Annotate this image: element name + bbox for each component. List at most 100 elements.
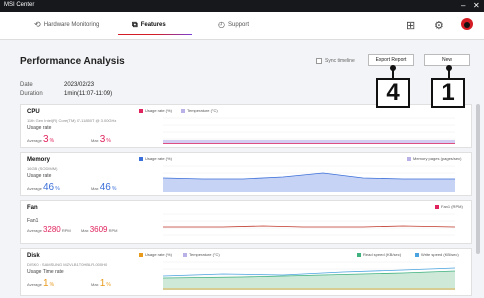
legend-swatch bbox=[181, 108, 185, 113]
disk-chart bbox=[163, 261, 456, 290]
date-label: Date bbox=[20, 82, 33, 88]
date-row: Date 2023/02/23 bbox=[20, 82, 94, 88]
avg-label: Average bbox=[27, 138, 42, 143]
fan-average: Average 3280 RPM bbox=[27, 225, 71, 234]
minimize-button[interactable]: – bbox=[461, 1, 465, 10]
fan-rpm-line bbox=[163, 225, 456, 228]
avg-label: Average bbox=[27, 186, 42, 191]
cpu-title: CPU bbox=[27, 109, 40, 115]
date-value: 2023/02/23 bbox=[64, 82, 95, 88]
cpu-max: Max 3 % bbox=[91, 134, 111, 145]
disk-legend-usage: Usage rate (%) bbox=[139, 252, 172, 257]
memory-legend-pages: Memory pages (pages/sec) bbox=[407, 156, 461, 161]
avg-unit: % bbox=[55, 186, 60, 192]
grid-icon[interactable]: ⊞ bbox=[406, 19, 415, 32]
memory-title: Memory bbox=[27, 157, 51, 163]
cpu-legend-temp: Temperature (°C) bbox=[181, 108, 218, 113]
support-icon: ◴ bbox=[218, 20, 225, 29]
legend-swatch bbox=[415, 252, 419, 257]
avg-value: 3 bbox=[42, 134, 49, 145]
avg-value: 3280 bbox=[42, 225, 61, 234]
legend-swatch bbox=[435, 204, 439, 209]
legend-label: Usage rate (%) bbox=[145, 156, 172, 161]
disk-legend-temp: Temperature (°C) bbox=[183, 252, 220, 257]
cpu-legend-usage: Usage rate (%) bbox=[139, 108, 172, 113]
legend-label: Temperature (°C) bbox=[189, 252, 220, 257]
memory-chart bbox=[163, 165, 455, 192]
fan-max: Max 3609 RPM bbox=[81, 225, 118, 234]
disk-card: Disk DISK0 : SAMSUNG MZVLB1T0HBLR-000H0 … bbox=[20, 248, 472, 296]
duration-value: 1min(11:07-11:09) bbox=[64, 91, 113, 97]
sync-timeline-toggle[interactable]: Sync timeline bbox=[316, 58, 355, 64]
legend-label: Fan1 (RPM) bbox=[441, 204, 463, 209]
cpu-card: CPU 11th Gen Intel(R) Core(TM) i7-11850T… bbox=[20, 104, 472, 148]
sync-label: Sync timeline bbox=[325, 58, 355, 64]
disk-subtitle: DISK0 : SAMSUNG MZVLB1T0HBLR-000H0 bbox=[27, 262, 108, 267]
legend-label: Usage rate (%) bbox=[145, 252, 172, 257]
avg-label: Average bbox=[27, 228, 42, 233]
max-value: 3 bbox=[99, 134, 106, 145]
cpu-chart bbox=[163, 117, 455, 144]
tab-label: Support bbox=[227, 21, 249, 28]
main-content: Performance Analysis Sync timeline Expor… bbox=[0, 40, 484, 298]
refresh-icon: ⟲ bbox=[34, 20, 41, 29]
max-unit: % bbox=[111, 186, 117, 192]
max-value: 1 bbox=[99, 278, 106, 289]
legend-label: Usage rate (%) bbox=[145, 108, 172, 113]
legend-label: Memory pages (pages/sec) bbox=[413, 156, 462, 161]
legend-label: Read speed (KB/sec) bbox=[363, 252, 402, 257]
callout-1: 1 bbox=[431, 78, 465, 108]
memory-metric: Usage rate bbox=[27, 173, 52, 179]
avg-unit: RPM bbox=[61, 228, 71, 233]
duration-row: Duration 1min(11:07-11:09) bbox=[20, 91, 112, 97]
legend-label: Temperature (°C) bbox=[187, 108, 218, 113]
window-title: MSI Center bbox=[4, 2, 35, 8]
tab-support[interactable]: ◴ Support bbox=[218, 20, 249, 29]
memory-max: Max 46 % bbox=[91, 182, 116, 193]
legend-swatch bbox=[357, 252, 361, 257]
max-label: Max bbox=[81, 228, 89, 233]
legend-swatch bbox=[139, 156, 143, 161]
legend-swatch bbox=[139, 252, 143, 257]
max-unit: % bbox=[106, 282, 111, 288]
sync-checkbox[interactable] bbox=[316, 58, 322, 64]
legend-swatch bbox=[183, 252, 187, 257]
tab-label: Hardware Monitoring bbox=[43, 21, 100, 28]
tab-hardware-monitoring[interactable]: ⟲ Hardware Monitoring bbox=[34, 20, 99, 29]
callout-4: 4 bbox=[376, 78, 410, 108]
top-navigation: ⟲ Hardware Monitoring ⧉ Features ◴ Suppo… bbox=[0, 12, 484, 40]
scrollbar[interactable] bbox=[476, 104, 480, 254]
tab-features[interactable]: ⧉ Features bbox=[132, 20, 166, 30]
msi-logo-icon[interactable] bbox=[460, 17, 474, 34]
avg-unit: % bbox=[49, 282, 55, 288]
fan-subtitle: Fan1 bbox=[27, 218, 39, 224]
cpu-average: Average 3 % bbox=[27, 134, 54, 145]
avg-value: 46 bbox=[42, 182, 55, 193]
max-unit: % bbox=[106, 138, 111, 144]
disk-title: Disk bbox=[27, 253, 40, 259]
avg-label: Average bbox=[27, 282, 42, 287]
memory-card: Memory 16GB (SODIMM) Usage rate Average … bbox=[20, 152, 472, 196]
features-icon: ⧉ bbox=[132, 20, 138, 29]
cpu-subtitle: 11th Gen Intel(R) Core(TM) i7-11850T @ 3… bbox=[27, 118, 117, 123]
memory-subtitle: 16GB (SODIMM) bbox=[27, 166, 58, 171]
max-value: 46 bbox=[99, 182, 111, 193]
fan-chart bbox=[163, 213, 456, 236]
cpu-metric: Usage rate bbox=[27, 125, 52, 131]
settings-icon[interactable]: ⚙ bbox=[434, 19, 444, 32]
fan-card: Fan Fan1 Average 3280 RPM Max 3609 RPM F… bbox=[20, 200, 472, 244]
disk-legend-read: Read speed (KB/sec) bbox=[357, 252, 401, 257]
fan-legend: Fan1 (RPM) bbox=[435, 204, 463, 209]
fan-title: Fan bbox=[27, 205, 38, 211]
avg-unit: % bbox=[49, 138, 55, 144]
legend-swatch bbox=[139, 108, 143, 113]
memory-average: Average 46 % bbox=[27, 182, 60, 193]
max-value: 3609 bbox=[89, 225, 108, 234]
max-label: Max bbox=[91, 186, 99, 191]
max-label: Max bbox=[91, 138, 99, 143]
close-button[interactable]: ✕ bbox=[473, 1, 480, 10]
avg-value: 1 bbox=[42, 278, 49, 289]
disk-legend-write: Write speed (KB/sec) bbox=[415, 252, 459, 257]
tab-label: Features bbox=[140, 22, 166, 28]
disk-average: Average 1 % bbox=[27, 278, 54, 289]
